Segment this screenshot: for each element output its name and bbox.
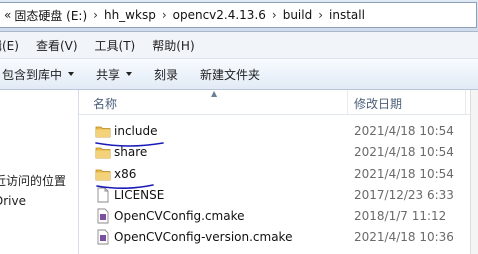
- command-toolbar: 包含到库中 共享 刻录 新建文件夹: [0, 59, 478, 90]
- chevron-right-icon[interactable]: ›: [158, 8, 171, 22]
- menu-edit[interactable]: 编辑(E): [0, 37, 19, 54]
- file-date: 2021/4/18 10:54: [354, 167, 454, 181]
- menu-bar: 编辑(E) 查看(V) 工具(T) 帮助(H): [0, 32, 478, 59]
- address-bar: « 固态硬盘 (E:) › hh_wksp › opencv2.4.13.6 ›…: [0, 0, 478, 32]
- file-icon: [97, 187, 109, 203]
- cmake-file-icon: [97, 208, 109, 224]
- include-in-library-button[interactable]: 包含到库中: [2, 66, 75, 83]
- column-divider[interactable]: [465, 90, 466, 114]
- chevron-right-icon[interactable]: ›: [268, 8, 281, 22]
- breadcrumb-hh-wksp[interactable]: hh_wksp: [102, 8, 158, 22]
- breadcrumb-install[interactable]: install: [327, 8, 367, 22]
- folder-icon: [95, 169, 111, 181]
- breadcrumb[interactable]: « 固态硬盘 (E:) › hh_wksp › opencv2.4.13.6 ›…: [0, 2, 477, 28]
- folder-icon: [95, 147, 111, 159]
- file-date: 2021/4/18 10:54: [354, 145, 454, 159]
- chevron-right-icon[interactable]: ›: [89, 8, 102, 22]
- breadcrumb-opencv[interactable]: opencv2.4.13.6: [171, 8, 268, 22]
- file-row-share[interactable]: share 2021/4/18 10:54: [79, 142, 478, 163]
- cmake-file-icon: [97, 229, 109, 245]
- burn-button[interactable]: 刻录: [154, 66, 178, 83]
- include-in-library-label: 包含到库中: [2, 67, 63, 82]
- dropdown-caret-icon: [68, 72, 75, 76]
- new-folder-button[interactable]: 新建文件夹: [200, 66, 260, 83]
- folder-icon: [95, 126, 111, 138]
- file-name: LICENSE: [114, 188, 165, 202]
- sort-ascending-icon: ▲: [211, 89, 218, 98]
- dropdown-caret-icon: [126, 72, 133, 76]
- column-header: ▲ 名称 修改日期 类: [79, 89, 478, 115]
- menu-help[interactable]: 帮助(H): [152, 37, 194, 54]
- menu-tools[interactable]: 工具(T): [95, 37, 136, 54]
- file-row-include[interactable]: include 2021/4/18 10:54: [79, 121, 478, 142]
- file-date: 2018/1/7 11:12: [354, 209, 447, 223]
- file-name: OpenCVConfig.cmake: [114, 209, 245, 223]
- file-name: share: [114, 145, 148, 159]
- file-list: ▲ 名称 修改日期 类 include 2021/4/18 10:54 shar…: [79, 89, 478, 254]
- breadcrumb-drive[interactable]: 固态硬盘 (E:): [12, 7, 89, 24]
- file-row-license[interactable]: LICENSE 2017/12/23 6:33: [79, 185, 478, 206]
- file-name: include: [114, 124, 158, 138]
- share-button[interactable]: 共享: [96, 66, 133, 83]
- breadcrumb-build[interactable]: build: [281, 8, 315, 22]
- file-row-x86[interactable]: x86 2021/4/18 10:54: [79, 164, 478, 185]
- menu-view[interactable]: 查看(V): [36, 37, 78, 54]
- overflow-chevron-icon[interactable]: «: [0, 8, 12, 22]
- file-row-opencvconfig-version[interactable]: OpenCVConfig-version.cmake 2021/4/18 10:…: [79, 227, 478, 248]
- column-name-header[interactable]: 名称: [93, 95, 117, 112]
- nav-recent-places[interactable]: 最近访问的位置: [0, 172, 66, 189]
- file-date: 2021/4/18 10:36: [354, 230, 454, 244]
- share-label: 共享: [96, 67, 121, 82]
- file-name: x86: [114, 167, 137, 181]
- column-date-header[interactable]: 修改日期: [354, 95, 402, 112]
- nav-drive[interactable]: Drive: [0, 194, 26, 208]
- chevron-right-icon[interactable]: ›: [314, 8, 327, 22]
- file-name: OpenCVConfig-version.cmake: [114, 230, 293, 244]
- scrollbar-track[interactable]: [470, 90, 478, 254]
- navigation-pane: 最近访问的位置 Drive: [0, 90, 79, 254]
- file-row-opencvconfig[interactable]: OpenCVConfig.cmake 2018/1/7 11:12: [79, 206, 478, 227]
- file-date: 2021/4/18 10:54: [354, 124, 454, 138]
- file-date: 2017/12/23 6:33: [354, 188, 454, 202]
- column-divider[interactable]: [347, 90, 348, 114]
